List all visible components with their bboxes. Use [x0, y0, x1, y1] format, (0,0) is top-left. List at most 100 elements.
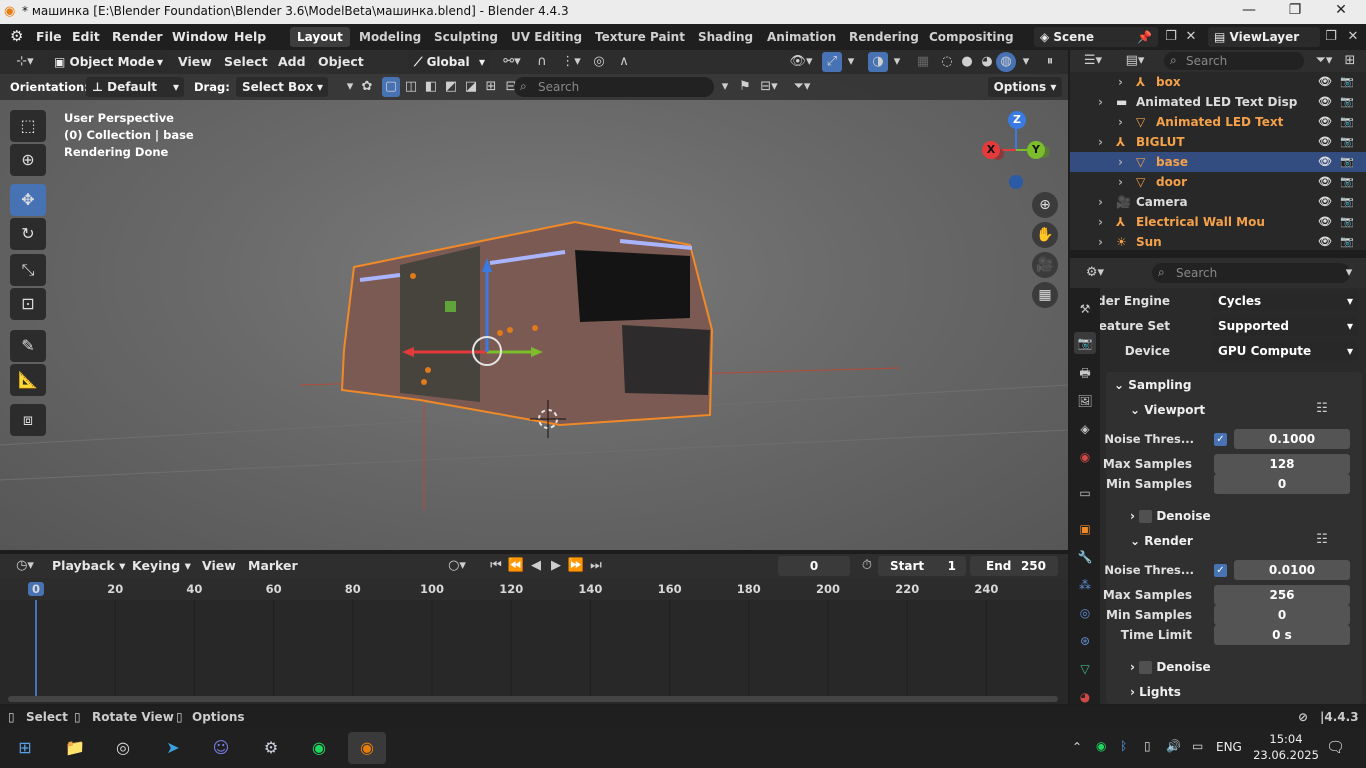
pivot-icon[interactable]: ⚯▾ — [496, 52, 528, 72]
viewport-search[interactable]: ⌕ Search — [514, 77, 714, 97]
end-frame-field[interactable]: End 250 — [970, 556, 1058, 576]
visibility-eye-icon[interactable]: 👁 — [1316, 92, 1334, 112]
select-invert-icon[interactable]: ◩ — [442, 77, 460, 97]
tab-layout[interactable]: Layout — [290, 27, 350, 47]
select-box-tool[interactable]: ⬚ — [10, 110, 46, 142]
material-shading-icon[interactable]: ◕ — [978, 52, 996, 72]
chevron-down-icon[interactable]: ▾ — [342, 77, 358, 97]
solid-shading-icon[interactable]: ● — [958, 52, 976, 72]
new-scene-icon[interactable]: ❐ — [1162, 27, 1180, 47]
color-wheel-icon[interactable]: ✿ — [358, 77, 376, 97]
list-icon[interactable]: ☷ — [1312, 530, 1332, 550]
discord-icon[interactable]: ☺ — [202, 732, 240, 764]
proportional-edit-icon[interactable]: ◎ — [590, 52, 608, 72]
overlay-toggle-icon[interactable]: ◑ — [868, 52, 888, 72]
notifications-icon[interactable]: 🗨 — [1326, 738, 1345, 756]
select-subtract-icon[interactable]: ◧ — [422, 77, 440, 97]
current-frame-field[interactable]: 0 — [778, 556, 850, 576]
outliner-row[interactable]: › ⅄ Electrical Wall Mou 👁 📷 — [1070, 212, 1366, 232]
render-tab-icon[interactable]: 📷 — [1074, 332, 1096, 354]
annotate-tool[interactable]: ✎ — [10, 330, 46, 362]
record-icon[interactable]: ○▾ — [440, 556, 474, 576]
wireframe-shading-icon[interactable]: ◌ — [938, 52, 956, 72]
visibility-eye-icon[interactable]: 👁 — [1316, 172, 1334, 192]
mode-selector[interactable]: ▣ Object Mode ▾ — [48, 52, 168, 72]
play-icon[interactable]: ▶ — [546, 556, 566, 576]
render-engine-dropdown[interactable]: Cycles ▾ — [1212, 291, 1358, 311]
chevron-down-icon[interactable]: ▾ — [716, 77, 734, 97]
outliner-row[interactable]: › ⅄ box 👁 📷 — [1070, 72, 1366, 92]
expand-chevron-icon[interactable]: › — [1118, 72, 1123, 92]
delete-viewlayer-icon[interactable]: ✕ — [1344, 27, 1362, 47]
editor-type-icon[interactable]: ⚙▾ — [1080, 263, 1110, 283]
tab-compositing[interactable]: Compositing — [922, 27, 1021, 47]
menu-edit[interactable]: Edit — [68, 28, 104, 46]
pin-icon[interactable]: ⊞ — [482, 77, 500, 97]
menu-add[interactable]: Add — [274, 53, 310, 71]
view-layer-tab-icon[interactable]: 🖼 — [1074, 390, 1096, 412]
visibility-eye-icon[interactable]: 👁 — [1316, 132, 1334, 152]
r-noise-field[interactable]: 0.0100 — [1234, 560, 1350, 580]
properties-search[interactable]: ⌕ Search — [1152, 263, 1350, 283]
pause-render-icon[interactable]: ⏸ — [1040, 52, 1060, 72]
rotate-tool[interactable]: ↻ — [10, 218, 46, 250]
expand-chevron-icon[interactable]: › — [1098, 212, 1103, 232]
options-button[interactable]: Options ▾ — [988, 77, 1062, 97]
new-viewlayer-icon[interactable]: ❐ — [1322, 27, 1340, 47]
menu-render[interactable]: Render — [108, 28, 167, 46]
falloff-icon[interactable]: ∧ — [610, 52, 638, 72]
render-camera-icon[interactable]: 📷 — [1338, 112, 1356, 132]
render-camera-icon[interactable]: 📷 — [1338, 232, 1356, 252]
render-camera-icon[interactable]: 📷 — [1338, 152, 1356, 172]
visibility-eye-icon[interactable]: 👁 — [1316, 72, 1334, 92]
visibility-eye-icon[interactable]: 👁 — [1316, 192, 1334, 212]
vp-denoise-header[interactable]: › Denoise — [1130, 509, 1211, 523]
select-intersect-icon[interactable]: ◪ — [462, 77, 480, 97]
file-explorer-icon[interactable]: 📁 — [56, 732, 94, 764]
tab-shading[interactable]: Shading — [691, 27, 760, 47]
menu-marker[interactable]: Marker — [244, 557, 302, 575]
add-cube-tool[interactable]: ⧈ — [10, 404, 46, 436]
jump-start-icon[interactable]: ⏮ — [486, 556, 506, 576]
expand-chevron-icon[interactable]: › — [1118, 172, 1123, 192]
transform-orientation-selector[interactable]: ⟋ Global ▾ — [408, 52, 490, 72]
rendered-shading-icon[interactable]: ◍ — [996, 52, 1016, 72]
menu-view[interactable]: View — [174, 53, 216, 71]
vp-max-field[interactable]: 128 — [1214, 454, 1350, 474]
tab-texture-paint[interactable]: Texture Paint — [588, 27, 692, 47]
expand-chevron-icon[interactable]: › — [1098, 132, 1103, 152]
r-max-field[interactable]: 256 — [1214, 585, 1350, 605]
orientation-selector[interactable]: ⊥ Default ▾ — [86, 77, 184, 97]
scene-tab-icon[interactable]: ◈ — [1074, 418, 1096, 440]
menu-select[interactable]: Select — [220, 53, 272, 71]
nav-gizmo-z[interactable]: Z — [1008, 111, 1026, 129]
render-camera-icon[interactable]: 📷 — [1338, 72, 1356, 92]
scene-selector[interactable]: ◈ Scene 📌 — [1034, 27, 1158, 47]
measure-tool[interactable]: 📐 — [10, 364, 46, 396]
timeline-ruler[interactable]: 0 20 40 60 80 100 120 140 160 180 200 220 240 — [0, 578, 1068, 600]
tab-uv-editing[interactable]: UV Editing — [504, 27, 589, 47]
start-button-icon[interactable]: ⊞ — [6, 732, 44, 764]
stopwatch-icon[interactable]: ⏱ — [858, 556, 876, 576]
time-limit-field[interactable]: 0 s — [1214, 625, 1350, 645]
delete-scene-icon[interactable]: ✕ — [1182, 27, 1200, 47]
collection-tab-icon[interactable]: ▭ — [1074, 482, 1096, 504]
expand-chevron-icon[interactable]: › — [1118, 112, 1123, 132]
object-tab-icon[interactable]: ▣ — [1074, 518, 1096, 540]
tray-spotify-icon[interactable]: ◉ — [1096, 739, 1106, 753]
constraints-tab-icon[interactable]: ⊛ — [1074, 630, 1096, 652]
viewport-subpanel-header[interactable]: ⌄ Viewport — [1130, 403, 1205, 417]
snap-target-icon[interactable]: ⋮▾ — [556, 52, 586, 72]
world-tab-icon[interactable]: ◉ — [1074, 446, 1096, 468]
maximize-button[interactable]: ❐ — [1272, 2, 1318, 22]
nav-gizmo-y[interactable]: Y — [1027, 141, 1045, 159]
chrome-icon[interactable]: ◎ — [104, 732, 142, 764]
xray-icon[interactable]: ▦ — [914, 52, 932, 72]
zoom-icon[interactable]: ⊕ — [1032, 192, 1058, 218]
blender-taskbar-icon[interactable]: ◉ — [348, 732, 386, 764]
material-tab-icon[interactable]: ◕ — [1074, 686, 1096, 708]
expand-chevron-icon[interactable]: › — [1118, 152, 1123, 172]
tray-language[interactable]: ENG — [1216, 740, 1242, 754]
editor-type-icon[interactable]: ◷▾ — [10, 556, 40, 576]
nav-gizmo-x[interactable]: X — [982, 141, 1000, 159]
